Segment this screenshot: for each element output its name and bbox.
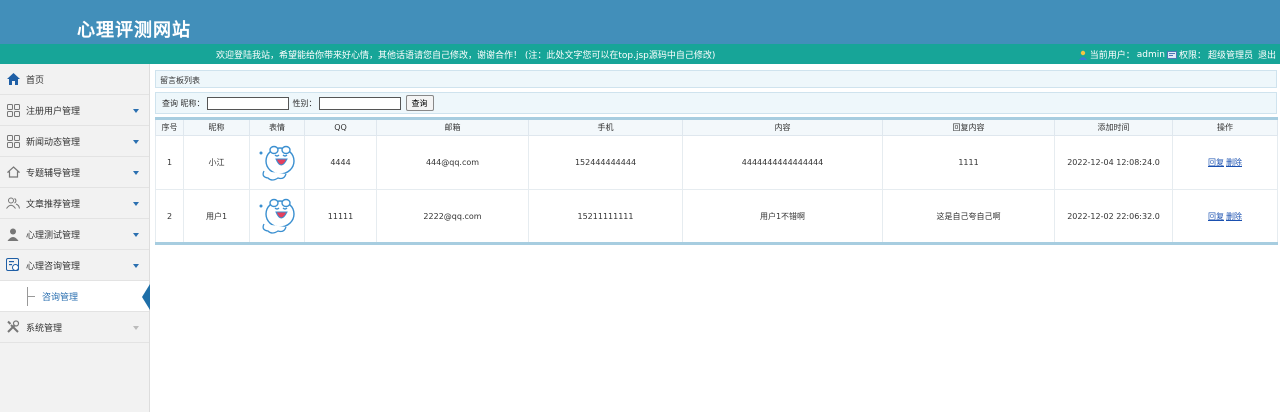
sidebar-subitem-consult[interactable]: 咨询管理 bbox=[0, 281, 150, 312]
cell-email: 444@qq.com bbox=[376, 135, 529, 190]
tools-icon bbox=[6, 320, 20, 334]
delete-link[interactable]: 删除 bbox=[1226, 212, 1242, 221]
sidebar-item-news-management[interactable]: 新闻动态管理 bbox=[0, 126, 149, 157]
current-user-label: 当前用户： bbox=[1089, 51, 1135, 61]
tree-branch bbox=[27, 296, 35, 297]
notice-text: 欢迎登陆我站，希望能给你带来好心情，其他话语请您自己修改，谢谢合作！ (注：此处… bbox=[216, 51, 716, 61]
user-icon bbox=[1078, 50, 1087, 60]
sidebar-item-label: 新闻动态管理 bbox=[26, 137, 81, 148]
site-title: 心理评测网站 bbox=[77, 20, 191, 41]
message-table: 序号 昵称 表情 QQ 邮箱 手机 内容 回复内容 添加时间 操作 1 小江 4… bbox=[155, 117, 1278, 245]
gender-label: 性别： bbox=[292, 98, 317, 108]
column-header: 邮箱 bbox=[376, 118, 529, 136]
sidebar-item-label: 首页 bbox=[26, 75, 45, 86]
cell-content: 4444444444444444 bbox=[682, 135, 883, 190]
consult-icon bbox=[6, 258, 20, 272]
cell-nickname: 小江 bbox=[183, 135, 250, 190]
header: 心理评测网站 bbox=[0, 0, 1280, 44]
cell-qq: 11111 bbox=[304, 189, 377, 244]
home-outline-icon bbox=[6, 165, 20, 179]
sidebar-item-consult-management[interactable]: 心理咨询管理 bbox=[0, 250, 149, 281]
sidebar-item-test-management[interactable]: 心理测试管理 bbox=[0, 219, 149, 250]
main-content: 留言板列表 查询 昵称： 性别： 查询 序号 昵称 表情 QQ 邮箱 手机 内容… bbox=[155, 70, 1278, 245]
active-indicator bbox=[142, 284, 150, 310]
column-header: 手机 bbox=[528, 118, 683, 136]
column-header: 表情 bbox=[249, 118, 305, 136]
cell-actions: 回复 删除 bbox=[1172, 189, 1278, 244]
emoji-face-icon bbox=[259, 145, 295, 181]
search-bar: 查询 昵称： 性别： 查询 bbox=[155, 92, 1277, 114]
column-header: QQ bbox=[304, 118, 377, 136]
cell-content: 用户1不错啊 bbox=[682, 189, 883, 244]
chevron-down-icon bbox=[133, 109, 139, 113]
table-header-row: 序号 昵称 表情 QQ 邮箱 手机 内容 回复内容 添加时间 操作 bbox=[155, 118, 1278, 136]
sidebar-subitem-label: 咨询管理 bbox=[42, 292, 79, 303]
permission-value: 超级管理员 bbox=[1207, 51, 1253, 61]
column-header: 序号 bbox=[155, 118, 184, 136]
sidebar-item-topic-management[interactable]: 专题辅导管理 bbox=[0, 157, 149, 188]
user-info: 当前用户： admin 权限： 超级管理员 退出 bbox=[1078, 48, 1276, 61]
cell-reply: 1111 bbox=[882, 135, 1055, 190]
column-header: 操作 bbox=[1172, 118, 1278, 136]
chevron-down-icon bbox=[133, 202, 139, 206]
sidebar-item-system-management[interactable]: 系统管理 bbox=[0, 312, 149, 343]
cell-time: 2022-12-02 22:06:32.0 bbox=[1054, 189, 1173, 244]
cell-phone: 15211111111 bbox=[528, 189, 683, 244]
chevron-down-icon bbox=[133, 233, 139, 237]
cell-time: 2022-12-04 12:08:24.0 bbox=[1054, 135, 1173, 190]
sidebar-item-label: 注册用户管理 bbox=[26, 106, 81, 117]
person-icon bbox=[6, 227, 20, 241]
cell-emoji bbox=[249, 135, 305, 190]
permission-label: 权限： bbox=[1178, 51, 1206, 61]
cell-qq: 4444 bbox=[304, 135, 377, 190]
cell-no: 1 bbox=[155, 135, 184, 190]
column-header: 回复内容 bbox=[882, 118, 1055, 136]
column-header: 昵称 bbox=[183, 118, 250, 136]
reply-link[interactable]: 回复 bbox=[1208, 212, 1224, 221]
sidebar-item-label: 文章推荐管理 bbox=[26, 199, 81, 210]
sidebar-item-label: 心理咨询管理 bbox=[26, 261, 81, 272]
cell-reply: 这是自己夸自己啊 bbox=[882, 189, 1055, 244]
current-user: admin bbox=[1136, 49, 1165, 60]
chevron-down-icon bbox=[133, 326, 139, 330]
chevron-down-icon bbox=[133, 264, 139, 268]
reply-link[interactable]: 回复 bbox=[1208, 158, 1224, 167]
notice-bar: 欢迎登陆我站，希望能给你带来好心情，其他话语请您自己修改，谢谢合作！ (注：此处… bbox=[0, 44, 1280, 64]
sidebar-item-article-management[interactable]: 文章推荐管理 bbox=[0, 188, 149, 219]
sidebar-item-label: 系统管理 bbox=[26, 323, 63, 334]
cell-actions: 回复 删除 bbox=[1172, 135, 1278, 190]
sidebar-item-user-management[interactable]: 注册用户管理 bbox=[0, 95, 149, 126]
sidebar-item-label: 心理测试管理 bbox=[26, 230, 81, 241]
gender-input[interactable] bbox=[318, 96, 401, 110]
home-icon bbox=[6, 72, 20, 86]
grid-icon bbox=[6, 134, 20, 148]
logout-link[interactable]: 退出 bbox=[1258, 48, 1276, 61]
sidebar-item-label: 专题辅导管理 bbox=[26, 168, 81, 179]
search-button[interactable]: 查询 bbox=[405, 95, 434, 111]
column-header: 添加时间 bbox=[1054, 118, 1173, 136]
nickname-input[interactable] bbox=[206, 96, 289, 110]
panel-title: 留言板列表 bbox=[155, 70, 1277, 88]
cell-emoji bbox=[249, 189, 305, 244]
chevron-down-icon bbox=[133, 140, 139, 144]
delete-link[interactable]: 删除 bbox=[1226, 158, 1242, 167]
table-row: 2 用户1 11111 2222@qq.com 15211111111 用户1不… bbox=[155, 189, 1278, 244]
cell-phone: 152444444444 bbox=[528, 135, 683, 190]
cell-no: 2 bbox=[155, 189, 184, 244]
query-label: 查询 昵称： bbox=[162, 98, 205, 108]
users-icon bbox=[6, 196, 20, 210]
column-header: 内容 bbox=[682, 118, 883, 136]
sidebar-item-home[interactable]: 首页 bbox=[0, 64, 149, 95]
grid-icon bbox=[6, 103, 20, 117]
emoji-face-icon bbox=[259, 198, 295, 234]
chevron-down-icon bbox=[133, 171, 139, 175]
sidebar: 首页 注册用户管理 新闻动态管理 专题辅导管理 文章推荐管理 心理测试管理 心理… bbox=[0, 64, 150, 412]
table-row: 1 小江 4444 444@qq.com 152444444444 444444… bbox=[155, 135, 1278, 190]
permission-icon bbox=[1166, 50, 1177, 59]
cell-email: 2222@qq.com bbox=[376, 189, 529, 244]
cell-nickname: 用户1 bbox=[183, 189, 250, 244]
